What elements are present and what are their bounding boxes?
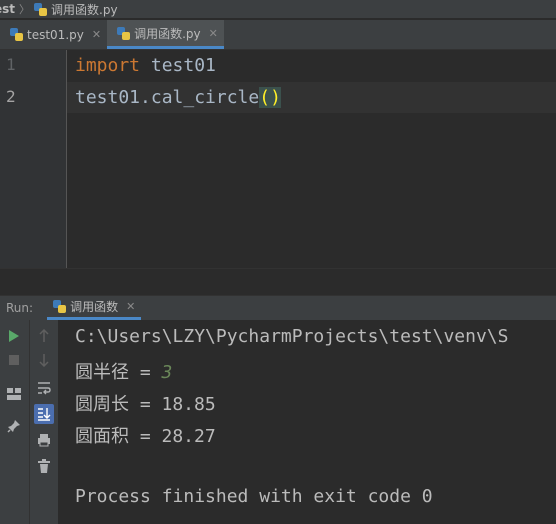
code-line-1[interactable]: import test01 <box>75 55 216 76</box>
tab-label: 调用函数.py <box>134 26 201 41</box>
panel-divider[interactable] <box>0 268 556 296</box>
console-command-path: C:\Users\LZY\PycharmProjects\test\venv\S <box>75 326 509 347</box>
console-circumference-line: 圆周长 = 18.85 <box>75 394 216 415</box>
input-prompt: 圆半径 = <box>75 362 162 383</box>
breadcrumb: est 〉 调用函数.py <box>0 0 556 19</box>
run-tab[interactable]: 调用函数 ✕ <box>47 296 142 320</box>
python-file-icon <box>117 26 131 40</box>
up-arrow-icon[interactable] <box>34 326 54 346</box>
keyword-import: import <box>75 55 141 76</box>
matched-parens: () <box>259 87 281 108</box>
trash-icon[interactable] <box>34 456 54 476</box>
close-icon[interactable]: ✕ <box>92 28 101 41</box>
run-panel-header: Run: 调用函数 ✕ <box>0 295 556 320</box>
tab-test01[interactable]: test01.py ✕ <box>0 20 107 49</box>
function-call: test01.cal_circle <box>75 87 260 108</box>
console-exit-message: Process finished with exit code 0 <box>75 486 433 507</box>
console-toolbar <box>30 320 59 524</box>
python-file-icon <box>53 300 67 313</box>
editor-tab-bar: test01.py ✕ 调用函数.py ✕ <box>0 20 556 50</box>
console-output[interactable]: C:\Users\LZY\PycharmProjects\test\venv\S… <box>59 320 556 524</box>
line-number-gutter: 1 2 <box>0 50 67 268</box>
run-icon[interactable] <box>4 326 24 346</box>
layout-icon[interactable] <box>4 384 24 404</box>
chevron-right-icon: 〉 <box>19 3 31 16</box>
breadcrumb-file[interactable]: 调用函数.py <box>51 1 118 18</box>
line-number: 2 <box>6 87 16 106</box>
code-line-2[interactable]: test01.cal_circle() <box>75 87 281 108</box>
python-file-icon <box>10 28 23 41</box>
tab-label: test01.py <box>27 27 84 42</box>
pin-icon[interactable] <box>4 416 24 436</box>
tab-call-function[interactable]: 调用函数.py ✕ <box>107 20 224 49</box>
down-arrow-icon[interactable] <box>34 350 54 370</box>
console-input-line: 圆半径 = 3 <box>75 358 172 384</box>
run-tab-label: 调用函数 <box>70 300 119 314</box>
run-toolbar <box>0 320 30 524</box>
stop-icon[interactable] <box>4 350 24 370</box>
breadcrumb-project[interactable]: est <box>0 2 15 16</box>
close-icon[interactable]: ✕ <box>126 300 135 313</box>
line-number: 1 <box>6 55 16 74</box>
print-icon[interactable] <box>34 430 54 450</box>
scroll-to-end-icon[interactable] <box>34 404 54 424</box>
code-editor[interactable]: 1 2 import test01 test01.cal_circle() <box>0 50 556 268</box>
soft-wrap-icon[interactable] <box>34 378 54 398</box>
close-icon[interactable]: ✕ <box>209 27 218 40</box>
run-label: Run: <box>6 301 34 315</box>
module-name: test01 <box>140 55 216 76</box>
python-file-icon <box>34 2 48 16</box>
console-area-line: 圆面积 = 28.27 <box>75 426 216 447</box>
input-value: 3 <box>161 362 173 383</box>
